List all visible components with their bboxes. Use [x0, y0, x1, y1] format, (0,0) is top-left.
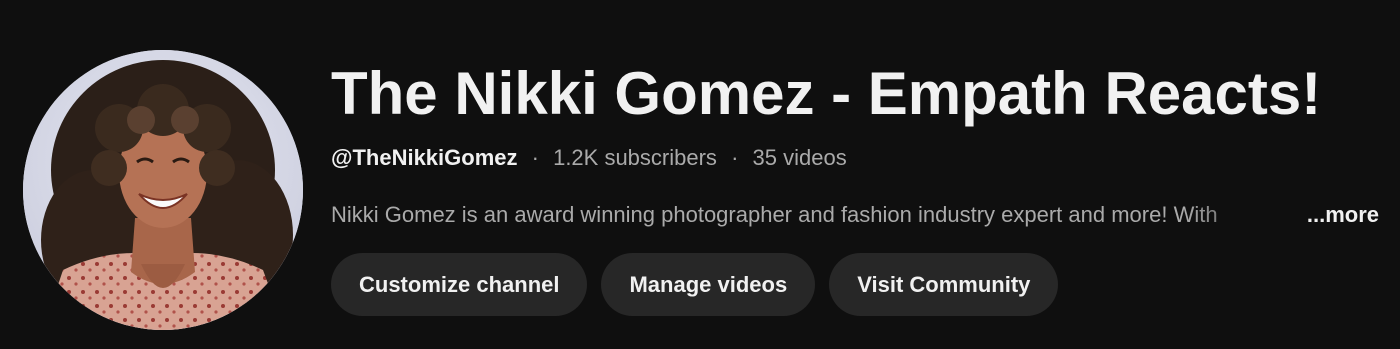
more-button[interactable]: ...more: [1307, 200, 1379, 230]
channel-avatar[interactable]: [23, 50, 303, 330]
subscriber-count: 1.2K subscribers: [553, 145, 717, 170]
manage-videos-button[interactable]: Manage videos: [601, 253, 816, 316]
customize-channel-button[interactable]: Customize channel: [331, 253, 588, 316]
avatar-portrait-icon: [23, 50, 303, 330]
channel-name: The Nikki Gomez - Empath Reacts!: [331, 60, 1322, 127]
video-count: 35 videos: [752, 145, 847, 170]
channel-header: The Nikki Gomez - Empath Reacts! @TheNik…: [0, 0, 1400, 349]
meta-separator: ·: [531, 145, 539, 170]
channel-handle[interactable]: @TheNikkiGomez: [331, 145, 518, 170]
channel-info: The Nikki Gomez - Empath Reacts! @TheNik…: [331, 58, 1391, 230]
meta-separator: ·: [731, 145, 739, 170]
channel-description-row[interactable]: Nikki Gomez is an award winning photogra…: [331, 200, 1379, 230]
channel-actions: Customize channel Manage videos Visit Co…: [331, 253, 1059, 316]
channel-description: Nikki Gomez is an award winning photogra…: [331, 202, 1218, 227]
channel-meta: @TheNikkiGomez · 1.2K subscribers · 35 v…: [331, 144, 1391, 172]
visit-community-button[interactable]: Visit Community: [829, 253, 1059, 316]
